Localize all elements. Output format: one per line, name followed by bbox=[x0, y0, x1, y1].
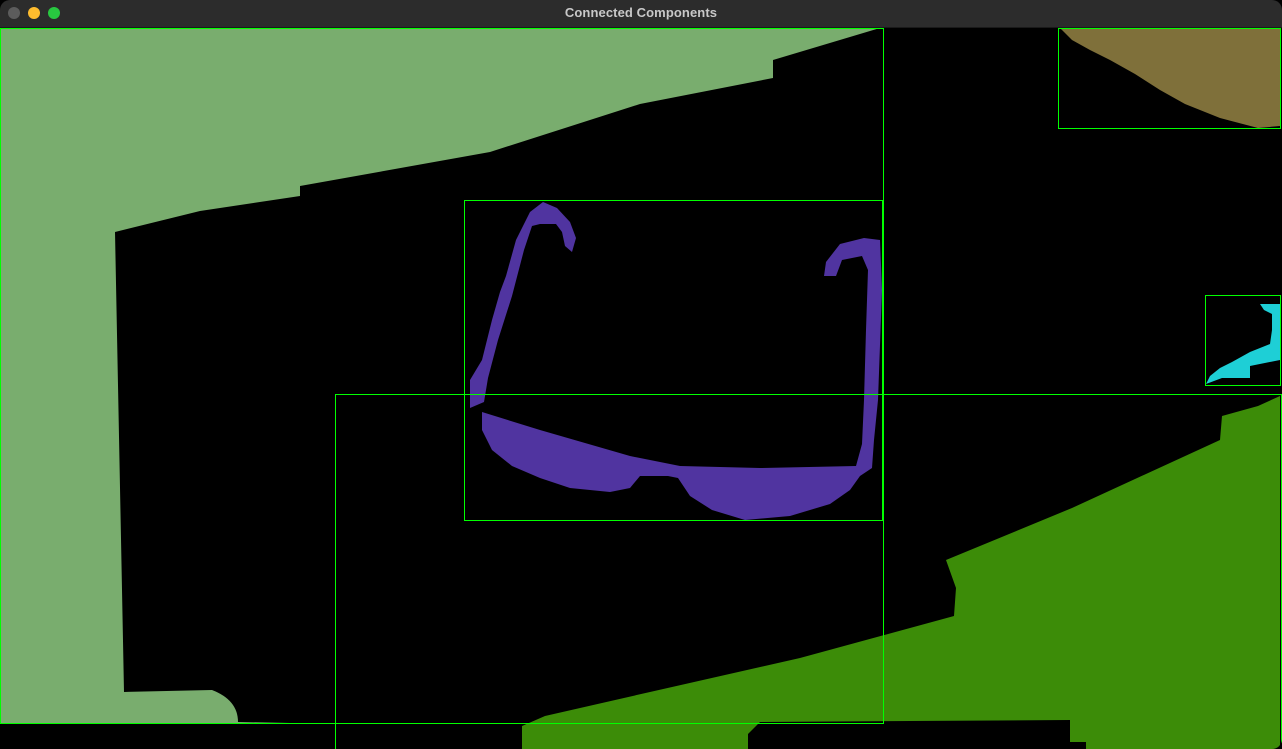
image-canvas bbox=[0, 28, 1282, 749]
components-image bbox=[0, 28, 1282, 749]
title-bar[interactable]: Connected Components bbox=[0, 0, 1282, 28]
app-window: Connected Components bbox=[0, 0, 1282, 749]
window-title: Connected Components bbox=[564, 5, 718, 20]
